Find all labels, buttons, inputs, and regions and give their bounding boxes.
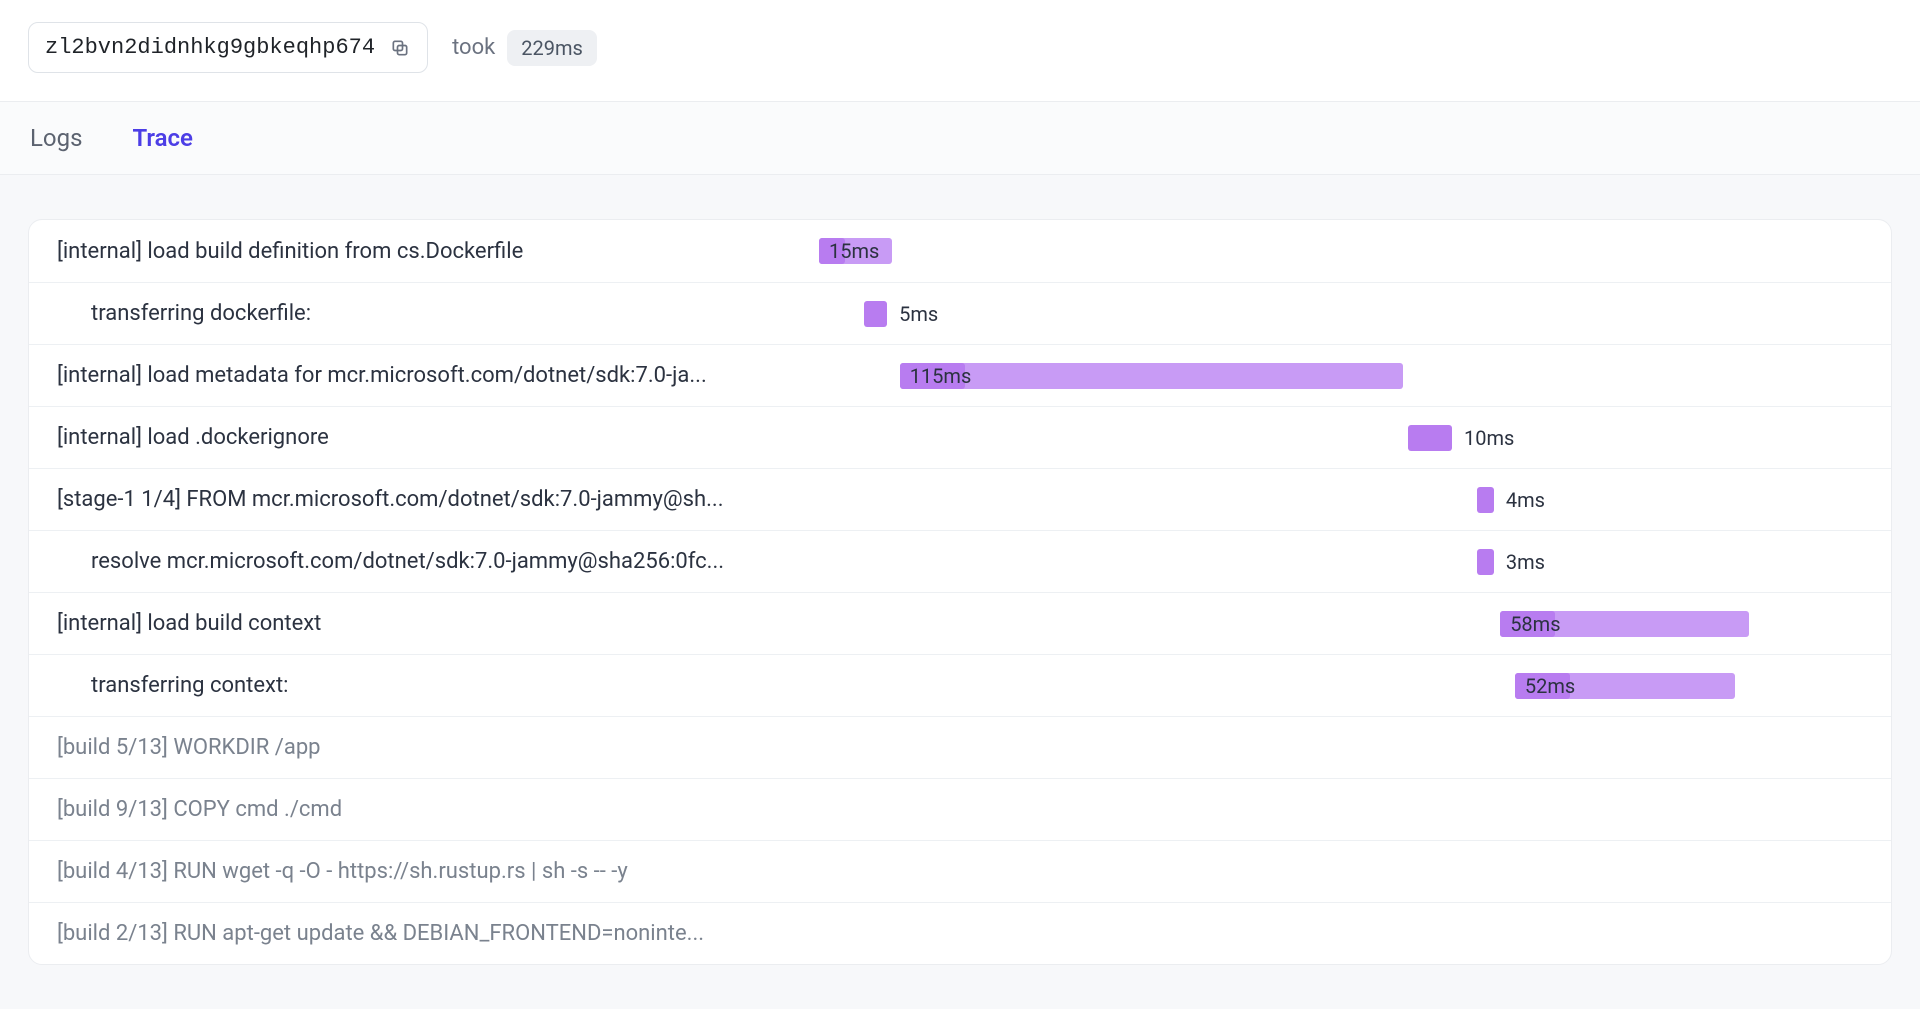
- trace-row[interactable]: [internal] load .dockerignore 10ms: [29, 406, 1891, 468]
- trace-row-gantt: 10ms: [819, 407, 1867, 468]
- trace-bar-duration: 10ms: [1464, 426, 1514, 450]
- trace-panel: [internal] load build definition from cs…: [28, 219, 1892, 965]
- took-label: took: [452, 35, 495, 60]
- trace-row-label: [build 4/13] RUN wget -q -O - https://sh…: [57, 859, 628, 884]
- trace-bar-duration: 15ms: [829, 239, 879, 263]
- trace-row-gantt: [819, 717, 1867, 778]
- trace-bar-duration: 4ms: [1506, 488, 1545, 512]
- trace-row-gantt: 15ms: [819, 220, 1867, 282]
- trace-row[interactable]: transferring dockerfile: 5ms: [29, 282, 1891, 344]
- trace-row-label: [build 5/13] WORKDIR /app: [57, 735, 321, 760]
- trace-bar: [1477, 549, 1494, 575]
- trace-row[interactable]: transferring context: 52ms: [29, 654, 1891, 716]
- tab-logs[interactable]: Logs: [28, 102, 84, 174]
- trace-row-gantt: 4ms: [819, 469, 1867, 530]
- trace-row-label: transferring dockerfile:: [57, 301, 311, 326]
- trace-bar-duration: 115ms: [910, 364, 972, 388]
- trace-row[interactable]: [build 9/13] COPY cmd ./cmd: [29, 778, 1891, 840]
- took-label-wrap: took 229ms: [452, 30, 597, 66]
- trace-row[interactable]: [internal] load metadata for mcr.microso…: [29, 344, 1891, 406]
- trace-bar: [1477, 487, 1494, 513]
- trace-row-label: transferring context:: [57, 673, 288, 698]
- trace-bar: [864, 301, 887, 327]
- trace-row[interactable]: [stage-1 1/4] FROM mcr.microsoft.com/dot…: [29, 468, 1891, 530]
- tab-trace[interactable]: Trace: [130, 102, 195, 174]
- trace-area: [internal] load build definition from cs…: [0, 175, 1920, 1009]
- trace-row-label: [build 9/13] COPY cmd ./cmd: [57, 797, 342, 822]
- copy-icon[interactable]: [389, 37, 411, 59]
- trace-row-gantt: 115ms: [819, 345, 1867, 406]
- trace-row-label: [internal] load build context: [57, 611, 321, 636]
- build-id-text: zl2bvn2didnhkg9gbkeqhp674: [45, 35, 375, 60]
- trace-row[interactable]: [internal] load build definition from cs…: [29, 220, 1891, 282]
- trace-bar: 115ms: [900, 363, 1403, 389]
- trace-row-label: [internal] load metadata for mcr.microso…: [57, 363, 707, 388]
- trace-row-label: [internal] load .dockerignore: [57, 425, 329, 450]
- trace-row[interactable]: [internal] load build context 58ms: [29, 592, 1891, 654]
- trace-row-label: [build 2/13] RUN apt-get update && DEBIA…: [57, 921, 704, 946]
- trace-row-gantt: [819, 779, 1867, 840]
- trace-row-gantt: [819, 841, 1867, 902]
- trace-row[interactable]: [build 5/13] WORKDIR /app: [29, 716, 1891, 778]
- trace-row-label: [stage-1 1/4] FROM mcr.microsoft.com/dot…: [57, 487, 724, 512]
- trace-bar-duration: 5ms: [899, 302, 938, 326]
- trace-row[interactable]: [build 2/13] RUN apt-get update && DEBIA…: [29, 902, 1891, 964]
- trace-row-gantt: 58ms: [819, 593, 1867, 654]
- tabs-bar: Logs Trace: [0, 101, 1920, 175]
- trace-row[interactable]: resolve mcr.microsoft.com/dotnet/sdk:7.0…: [29, 530, 1891, 592]
- trace-bar-duration: 58ms: [1510, 612, 1560, 636]
- trace-bar: 15ms: [819, 238, 892, 264]
- trace-row-gantt: 5ms: [819, 283, 1867, 344]
- trace-row-gantt: 3ms: [819, 531, 1867, 592]
- trace-row-gantt: 52ms: [819, 655, 1867, 716]
- trace-row-label: resolve mcr.microsoft.com/dotnet/sdk:7.0…: [57, 549, 724, 574]
- trace-bar-duration: 3ms: [1506, 550, 1545, 574]
- build-id-pill: zl2bvn2didnhkg9gbkeqhp674: [28, 22, 428, 73]
- took-value-badge: 229ms: [507, 30, 597, 66]
- trace-bar: 58ms: [1500, 611, 1748, 637]
- trace-row-label: [internal] load build definition from cs…: [57, 239, 523, 264]
- trace-row-gantt: [819, 903, 1867, 964]
- build-header: zl2bvn2didnhkg9gbkeqhp674 took 229ms: [0, 0, 1920, 101]
- trace-bar: [1408, 425, 1452, 451]
- trace-bar: 52ms: [1515, 673, 1735, 699]
- trace-row[interactable]: [build 4/13] RUN wget -q -O - https://sh…: [29, 840, 1891, 902]
- trace-bar-duration: 52ms: [1525, 674, 1575, 698]
